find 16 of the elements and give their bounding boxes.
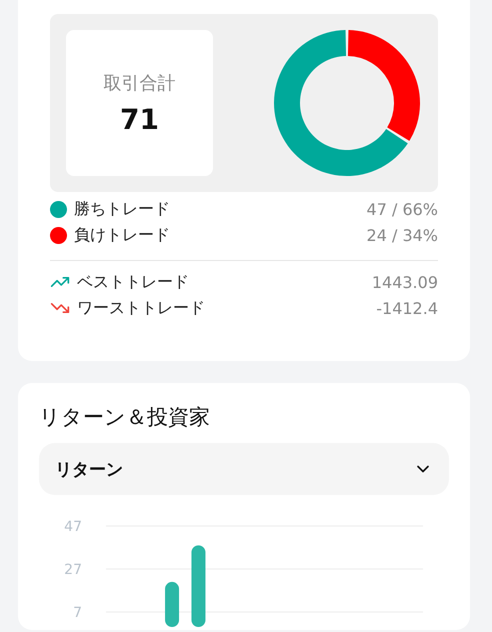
legend-value: 24 / 34% (366, 226, 438, 244)
total-value: 71 (120, 102, 159, 136)
trade-label: ベストトレード (77, 272, 189, 292)
legend-value: 47 / 66% (366, 200, 438, 218)
axis-label: 47 (64, 519, 82, 535)
legend-label: 勝ちトレード (74, 198, 170, 220)
bar (165, 582, 180, 628)
dropdown[interactable]: リターン (39, 443, 449, 495)
axis-label: 7 (73, 605, 82, 621)
section-title: リターン＆投資家 (39, 404, 211, 431)
total-label: 取引合計 (104, 72, 176, 94)
trade-value: 1443.09 (372, 272, 438, 292)
trade-label: ワーストトレード (77, 298, 205, 318)
legend-label: 負けトレード (74, 224, 170, 246)
trade-value: -1412.4 (376, 298, 438, 318)
axis-label: 27 (64, 562, 82, 578)
